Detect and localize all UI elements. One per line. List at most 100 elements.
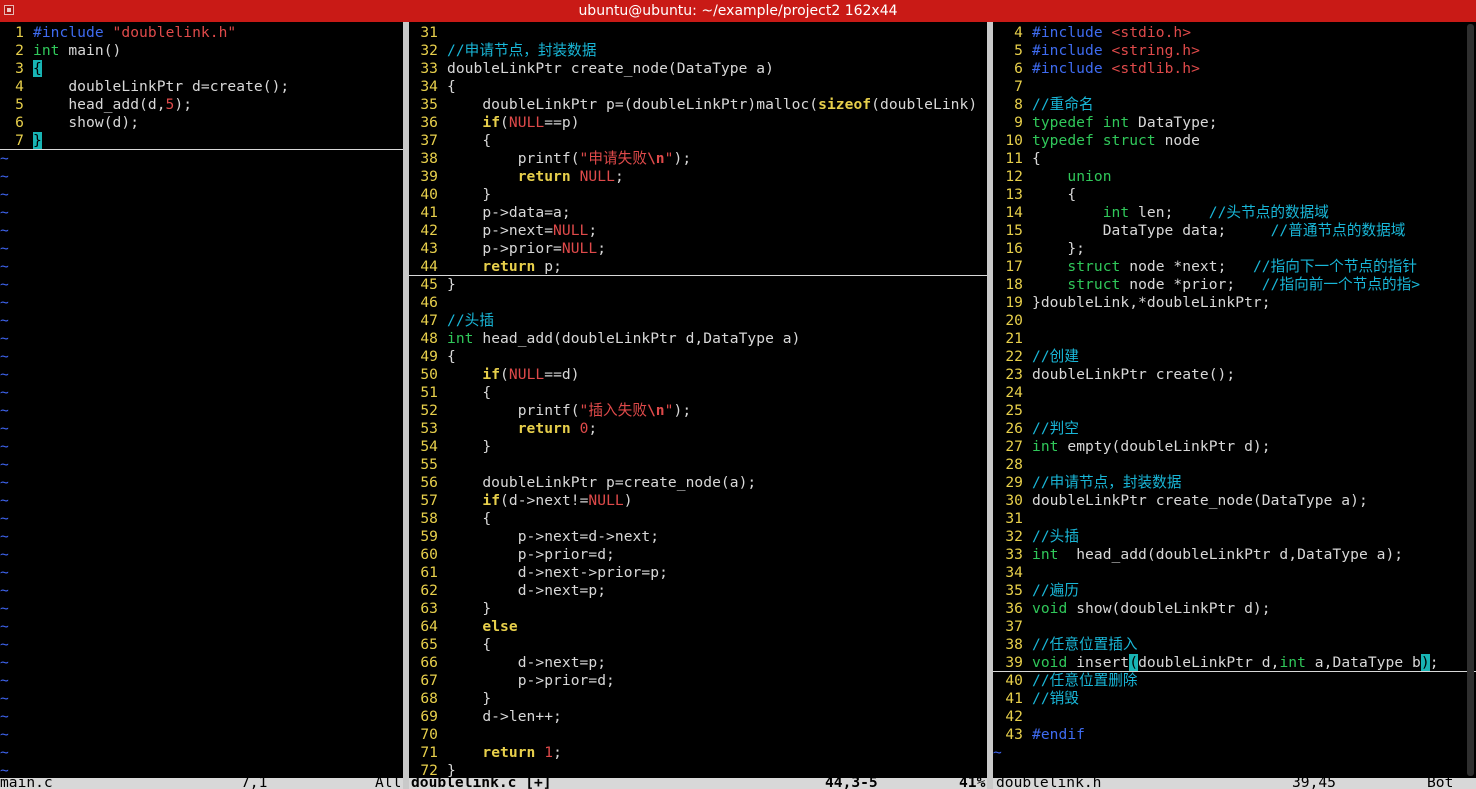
code-text: //任意位置插入 — [1032, 636, 1138, 653]
code-text: return NULL; — [517, 168, 624, 185]
status-filename: doublelink.c [+] — [411, 778, 552, 789]
code-text: //创建 — [1032, 348, 1079, 365]
empty-line-tilde: ~ — [0, 546, 9, 563]
line-number: 48 — [420, 330, 438, 347]
line-number: 64 — [420, 618, 438, 635]
code-text: typedef int DataType; — [1032, 114, 1218, 131]
line-number: 17 — [1005, 258, 1023, 275]
line-number: 33 — [420, 60, 438, 77]
line-number: 51 — [420, 384, 438, 401]
line-number: 1 — [15, 24, 24, 41]
code-text: { — [447, 636, 492, 653]
line-number: 49 — [420, 348, 438, 365]
line-number: 25 — [1005, 402, 1023, 419]
line-number: 6 — [1014, 60, 1023, 77]
code-text: printf("插入失败\n"); — [447, 402, 692, 419]
line-number: 56 — [420, 474, 438, 491]
code-text: } — [447, 276, 456, 293]
code-text: if(d->next!=NULL) — [482, 492, 633, 509]
code-text: show(d); — [33, 114, 140, 131]
line-number: 6 — [15, 114, 24, 131]
code-text: #include <string.h> — [1032, 42, 1200, 59]
empty-line-tilde: ~ — [0, 528, 9, 545]
line-number: 41 — [420, 204, 438, 221]
code-text: { — [447, 348, 456, 365]
code-text: doubleLinkPtr create_node(DataType a) — [447, 60, 774, 77]
status-line-doublelink-c[interactable]: doublelink.c [+] 44,3-5 41% — [409, 778, 987, 789]
code-text: //任意位置删除 — [1032, 672, 1138, 689]
editor-pane-doublelink-c[interactable]: 31 32 //申请节点，封装数据 33 doubleLinkPtr create_no… — [409, 22, 987, 778]
line-number: 32 — [420, 42, 438, 59]
line-number: 40 — [1005, 672, 1023, 689]
empty-line-tilde: ~ — [0, 582, 9, 599]
code-text: struct node *prior; //指向前一个节点的指> — [1067, 276, 1421, 293]
code-text: int head_add(doubleLinkPtr d,DataType a) — [447, 330, 801, 347]
terminal-window-icon[interactable] — [4, 5, 14, 15]
line-number: 30 — [1005, 492, 1023, 509]
editor-pane-doublelink-h[interactable]: 4 #include <stdio.h> 5 #include <string.h> 6… — [993, 22, 1476, 778]
line-number: 33 — [1005, 546, 1023, 563]
line-number: 55 — [420, 456, 438, 473]
status-scroll-percent: 41% — [959, 778, 986, 789]
line-number: 38 — [1005, 636, 1023, 653]
code-text: DataType data; //普通节点的数据域 — [1032, 222, 1406, 239]
line-number: 36 — [420, 114, 438, 131]
code-text: if(NULL==p) — [482, 114, 580, 131]
empty-line-tilde: ~ — [0, 744, 9, 761]
line-number: 24 — [1005, 384, 1023, 401]
empty-line-tilde: ~ — [0, 222, 9, 239]
code-text: //重命名 — [1032, 96, 1094, 113]
empty-line-tilde: ~ — [0, 258, 9, 275]
line-number: 19 — [1005, 294, 1023, 311]
empty-line-tilde: ~ — [0, 186, 9, 203]
line-number: 57 — [420, 492, 438, 509]
editor-pane-main-c[interactable]: 1 #include "doublelink.h" 2 int main() 3 {4 d… — [0, 22, 403, 778]
code-text: //头插 — [1032, 528, 1079, 545]
empty-line-tilde: ~ — [0, 600, 9, 617]
empty-line-tilde: ~ — [0, 294, 9, 311]
code-text: //申请节点，封装数据 — [1032, 474, 1182, 491]
line-number: 21 — [1005, 330, 1023, 347]
status-line-doublelink-h[interactable]: doublelink.h 39,45 Bot — [993, 778, 1476, 789]
status-line-main-c[interactable]: main.c 7,1 All — [0, 778, 403, 789]
empty-line-tilde: ~ — [0, 276, 9, 293]
line-number: 15 — [1005, 222, 1023, 239]
line-number: 34 — [1005, 564, 1023, 581]
code-text: p->next=NULL; — [447, 222, 598, 239]
line-number: 59 — [420, 528, 438, 545]
line-number: 14 — [1005, 204, 1023, 221]
code-text: #include <stdlib.h> — [1032, 60, 1200, 77]
code-text: #include <stdio.h> — [1032, 24, 1192, 41]
line-number: 47 — [420, 312, 438, 329]
line-number: 39 — [1005, 654, 1023, 671]
terminal-scrollbar[interactable] — [1467, 24, 1474, 776]
empty-line-tilde: ~ — [0, 618, 9, 635]
code-text: //申请节点，封装数据 — [447, 42, 597, 59]
code-text: } — [33, 132, 42, 149]
line-number: 13 — [1005, 186, 1023, 203]
line-number: 66 — [420, 654, 438, 671]
status-cursor-position: 7,1 — [241, 778, 268, 789]
code-text: //销毁 — [1032, 690, 1079, 707]
empty-line-tilde: ~ — [0, 312, 9, 329]
code-text: } — [447, 690, 492, 707]
line-number: 16 — [1005, 240, 1023, 257]
code-text: } — [447, 762, 456, 778]
line-number: 2 — [15, 42, 24, 59]
line-number: 43 — [420, 240, 438, 257]
line-number: 58 — [420, 510, 438, 527]
line-number: 29 — [1005, 474, 1023, 491]
cursorline-underline — [409, 275, 987, 276]
code-text: } — [447, 600, 492, 617]
code-text: doubleLinkPtr p=(doubleLinkPtr)malloc(si… — [447, 96, 978, 113]
window-title: ubuntu@ubuntu: ~/example/project2 162x44 — [578, 3, 898, 19]
empty-line-tilde: ~ — [0, 240, 9, 257]
empty-line-tilde: ~ — [0, 726, 9, 743]
empty-line-tilde: ~ — [0, 402, 9, 419]
empty-line-tilde: ~ — [0, 150, 9, 167]
line-number: 40 — [420, 186, 438, 203]
line-number: 35 — [1005, 582, 1023, 599]
line-number: 68 — [420, 690, 438, 707]
code-text: printf("申请失败\n"); — [447, 150, 692, 167]
empty-line-tilde: ~ — [0, 654, 9, 671]
